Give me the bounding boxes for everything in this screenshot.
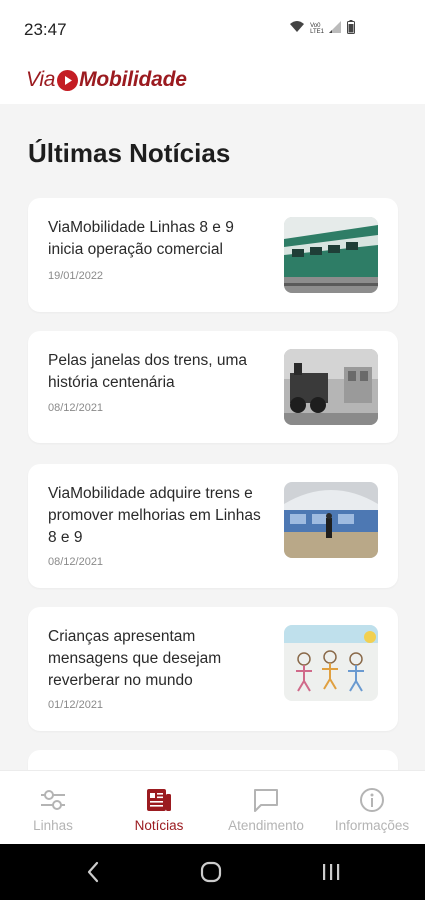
info-icon <box>359 787 385 813</box>
news-title: Pelas janelas dos trens, uma história ce… <box>48 352 248 391</box>
app-header: Via Mobilidade <box>0 56 425 104</box>
news-card[interactable]: ViaMobilidade adquire trens e promover m… <box>28 464 398 588</box>
nav-label-atendimento: Atendimento <box>228 818 304 833</box>
news-card[interactable]: Crianças apresentam mensagens que deseja… <box>28 607 398 731</box>
nav-label-noticias: Notícias <box>134 818 184 833</box>
play-icon <box>57 69 79 91</box>
chat-icon <box>252 787 280 813</box>
news-date: 01/12/2021 <box>48 699 104 711</box>
network-type: Vo0 LTE1 <box>310 23 324 35</box>
nav-item-noticias[interactable]: Notícias <box>106 771 212 845</box>
lines-icon <box>39 787 67 813</box>
bottom-navigation: Linhas Notícias Atendimento Informações <box>0 770 425 844</box>
news-icon <box>146 787 172 813</box>
back-icon[interactable] <box>78 856 108 888</box>
green-train-photo <box>284 217 378 293</box>
news-date: 08/12/2021 <box>48 402 104 414</box>
page-title: Últimas Notícias <box>28 138 231 168</box>
news-title: Crianças apresentam mensagens que deseja… <box>48 628 222 689</box>
system-navigation-bar <box>0 844 425 900</box>
nav-item-atendimento[interactable]: Atendimento <box>213 771 319 845</box>
logo-mobilidade-text: Mobilidade <box>79 68 187 91</box>
wifi-icon <box>289 20 305 38</box>
news-title: ViaMobilidade Linhas 8 e 9 inicia operaç… <box>48 219 234 258</box>
news-date: 08/12/2021 <box>48 556 104 568</box>
status-bar: 23:47 Vo0 LTE1 <box>0 0 425 56</box>
news-card[interactable]: ViaMobilidade Linhas 8 e 9 inicia operaç… <box>28 198 398 312</box>
network-bottom-label: LTE1 <box>310 29 324 35</box>
nav-label-linhas: Linhas <box>33 818 73 833</box>
home-icon[interactable] <box>196 856 226 888</box>
news-card[interactable]: Pelas janelas dos trens, uma história ce… <box>28 331 398 443</box>
station-platform-photo <box>284 482 378 558</box>
status-icons: Vo0 LTE1 <box>289 19 355 39</box>
recent-apps-icon[interactable] <box>316 856 346 888</box>
children-drawing-photo <box>284 625 378 701</box>
status-time: 23:47 <box>24 20 67 39</box>
news-title: ViaMobilidade adquire trens e promover m… <box>48 485 261 546</box>
nav-item-informacoes[interactable]: Informações <box>319 771 425 845</box>
news-date: 19/01/2022 <box>48 270 104 282</box>
steam-locomotive-photo <box>284 349 378 425</box>
battery-icon <box>347 19 355 39</box>
logo-via-text: Via <box>26 68 56 91</box>
signal-icon <box>329 20 342 38</box>
nav-item-linhas[interactable]: Linhas <box>0 771 106 845</box>
nav-label-informacoes: Informações <box>334 818 410 833</box>
viamobilidade-logo: Via Mobilidade <box>26 62 187 98</box>
